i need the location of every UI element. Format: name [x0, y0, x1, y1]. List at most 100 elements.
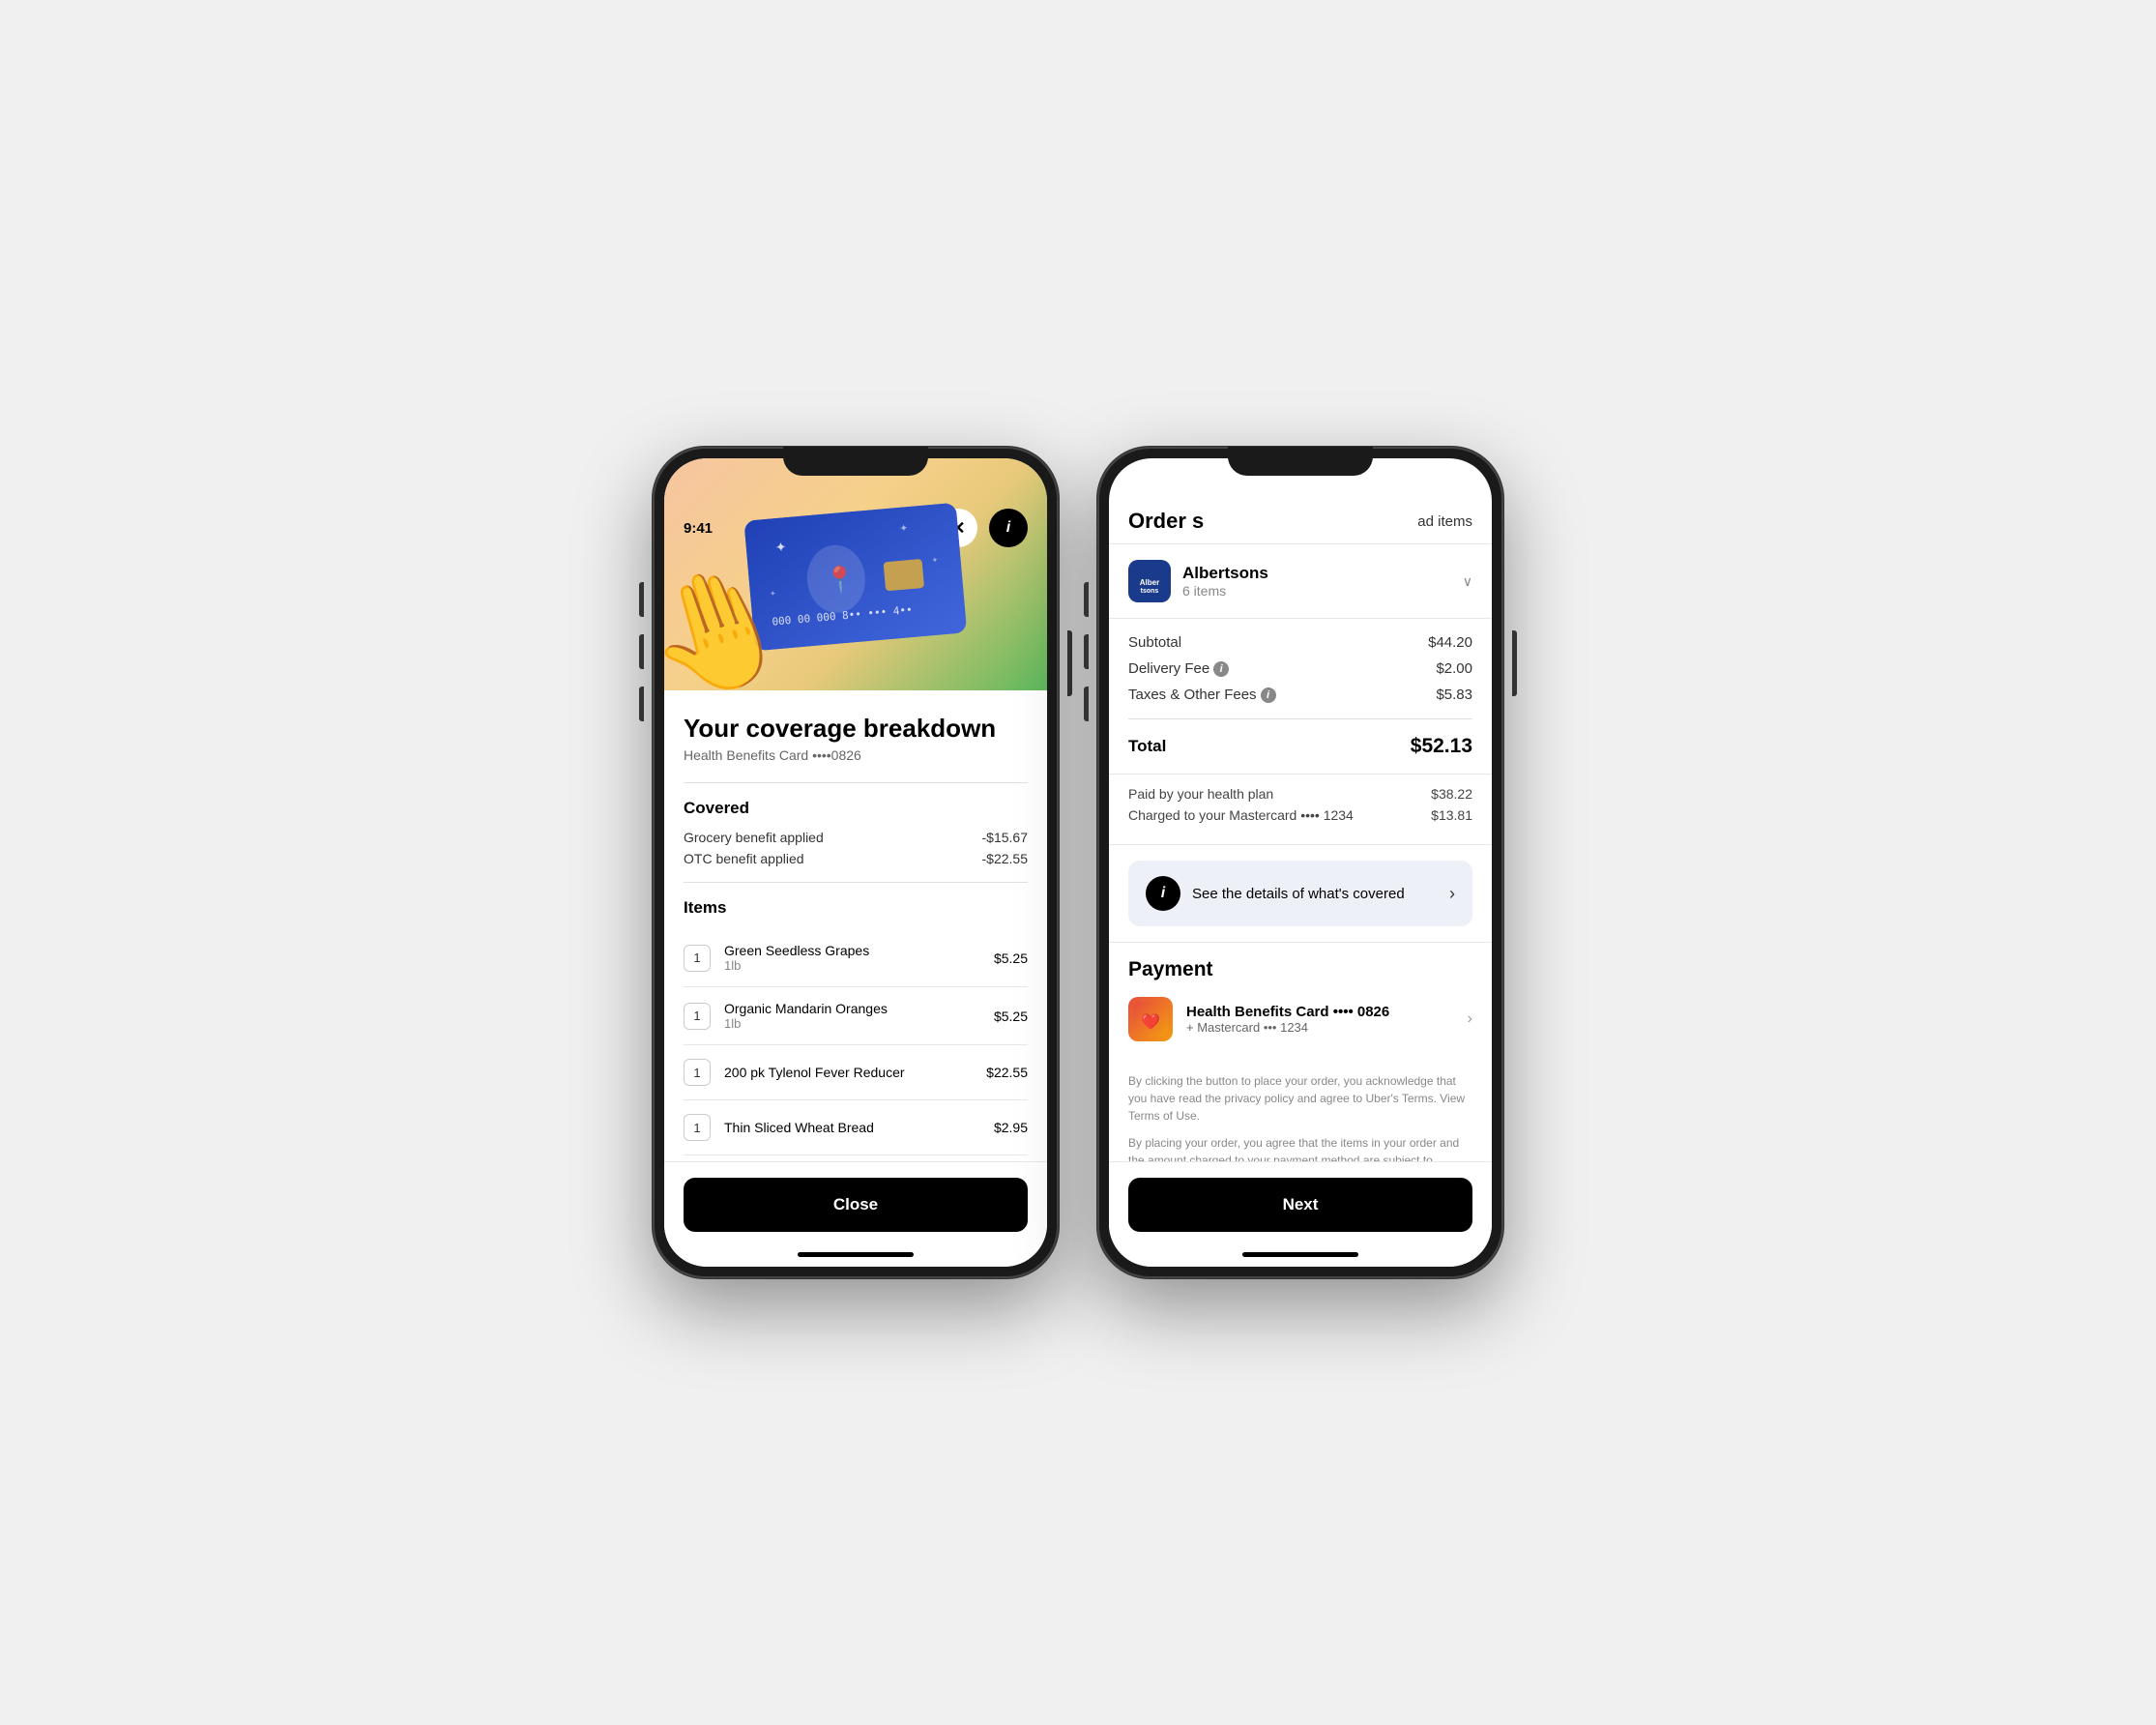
home-indicator-right: [1242, 1252, 1358, 1257]
next-button[interactable]: Next: [1128, 1178, 1472, 1232]
payment-card-name: Health Benefits Card •••• 0826: [1186, 1004, 1454, 1020]
payment-card-sub: + Mastercard ••• 1234: [1186, 1020, 1454, 1035]
next-btn-bar: Next: [1109, 1161, 1492, 1267]
item-info-1: Green Seedless Grapes 1lb: [724, 943, 994, 973]
svg-text:✦: ✦: [931, 555, 939, 565]
coverage-chevron-right-icon: ›: [1449, 884, 1455, 904]
item-name-2: Organic Mandarin Oranges: [724, 1001, 994, 1016]
taxes-fees-row: Taxes & Other Fees i $5.83: [1128, 687, 1472, 703]
coverage-title: Your coverage breakdown: [684, 714, 1028, 744]
item-price-1: $5.25: [994, 950, 1028, 966]
payment-card-icon: ❤️: [1128, 997, 1173, 1041]
fees-divider: [1128, 718, 1472, 719]
right-phone-inner: Order s ad items Alber tsons Albertso: [1109, 458, 1492, 1267]
item-qty-3: 1: [684, 1059, 711, 1086]
item-name-3: 200 pk Tylenol Fever Reducer: [724, 1065, 986, 1080]
grocery-value: -$15.67: [982, 830, 1028, 845]
right-scroll-content: Alber tsons Albertsons 6 items ∨ Subtota…: [1109, 544, 1492, 1267]
otc-value: -$22.55: [982, 851, 1028, 866]
grocery-benefit-row: Grocery benefit applied -$15.67: [684, 830, 1028, 845]
payment-method-selector[interactable]: ❤️ Health Benefits Card •••• 0826 + Mast…: [1128, 997, 1472, 1041]
total-row: Total $52.13: [1128, 735, 1472, 758]
left-phone-inner: 9:41 ✕ i: [664, 458, 1047, 1267]
covered-section-label: Covered: [684, 799, 1028, 818]
svg-text:tsons: tsons: [1141, 588, 1159, 595]
coverage-details-banner[interactable]: i See the details of what's covered ›: [1128, 861, 1472, 926]
otc-label: OTC benefit applied: [684, 851, 804, 866]
item-name-1: Green Seedless Grapes: [724, 943, 994, 958]
grocery-label: Grocery benefit applied: [684, 830, 824, 845]
mastercard-charge-label: Charged to your Mastercard •••• 1234: [1128, 807, 1354, 823]
delivery-fee-value: $2.00: [1436, 660, 1472, 677]
store-name: Albertsons: [1182, 564, 1463, 583]
delivery-fee-row: Delivery Fee i $2.00: [1128, 660, 1472, 677]
subtotal-value: $44.20: [1428, 634, 1472, 651]
list-item: 1 200 pk Tylenol Fever Reducer $22.55: [684, 1045, 1028, 1100]
notch-right: [1228, 447, 1373, 476]
payment-section: Payment ❤️: [1109, 942, 1492, 1057]
notch-left: [783, 447, 928, 476]
list-item: 1 Thin Sliced Wheat Bread $2.95: [684, 1100, 1028, 1155]
mastercard-charge-value: $13.81: [1431, 807, 1472, 823]
list-item: 1 Organic Mandarin Oranges 1lb $5.25: [684, 987, 1028, 1045]
subtotal-row: Subtotal $44.20: [1128, 634, 1472, 651]
order-title-right: ad items: [1417, 513, 1472, 530]
svg-text:Alber: Alber: [1140, 578, 1159, 587]
svg-text:✦: ✦: [899, 523, 908, 535]
order-fees-section: Subtotal $44.20 Delivery Fee i $2.00 Tax…: [1109, 619, 1492, 775]
health-plan-row: Paid by your health plan $38.22: [1128, 786, 1472, 802]
item-info-3: 200 pk Tylenol Fever Reducer: [724, 1065, 986, 1080]
divider-1: [684, 782, 1028, 783]
taxes-fees-value: $5.83: [1436, 687, 1472, 703]
list-item: 1 Green Seedless Grapes 1lb $5.25: [684, 929, 1028, 987]
item-info-2: Organic Mandarin Oranges 1lb: [724, 1001, 994, 1031]
svg-text:✦: ✦: [774, 539, 787, 555]
item-unit-1: 1lb: [724, 958, 994, 973]
item-unit-2: 1lb: [724, 1016, 994, 1031]
status-time: 9:41: [684, 520, 713, 537]
subtotal-label: Subtotal: [1128, 634, 1181, 651]
item-qty-4: 1: [684, 1114, 711, 1141]
divider-2: [684, 882, 1028, 883]
home-indicator-left: [798, 1252, 914, 1257]
store-items-count: 6 items: [1182, 583, 1463, 599]
item-name-4: Thin Sliced Wheat Bread: [724, 1120, 994, 1135]
item-price-4: $2.95: [994, 1120, 1028, 1135]
item-price-3: $22.55: [986, 1065, 1028, 1080]
coverage-subtitle: Health Benefits Card ••••0826: [684, 747, 1028, 763]
taxes-fees-info-icon[interactable]: i: [1261, 687, 1276, 703]
item-price-2: $5.25: [994, 1009, 1028, 1024]
payment-chevron-right-icon: ›: [1468, 1010, 1472, 1028]
health-card-icon-svg: ❤️: [1133, 1002, 1168, 1037]
store-logo: Alber tsons: [1128, 560, 1171, 602]
delivery-fee-label: Delivery Fee i: [1128, 660, 1229, 677]
item-qty-1: 1: [684, 945, 711, 972]
health-plan-label: Paid by your health plan: [1128, 786, 1273, 802]
otc-benefit-row: OTC benefit applied -$22.55: [684, 851, 1028, 866]
order-title-left: Order s: [1128, 509, 1204, 534]
payment-split-section: Paid by your health plan $38.22 Charged …: [1109, 775, 1492, 845]
total-value: $52.13: [1411, 735, 1472, 758]
svg-text:❤️: ❤️: [1141, 1013, 1160, 1031]
svg-text:📍: 📍: [824, 564, 858, 596]
coverage-banner-text: See the details of what's covered: [1192, 886, 1438, 902]
health-plan-value: $38.22: [1431, 786, 1472, 802]
items-section: Items 1 Green Seedless Grapes 1lb $5.25 …: [684, 898, 1028, 1155]
legal-text-1: By clicking the button to place your ord…: [1128, 1072, 1472, 1125]
mastercard-charge-row: Charged to your Mastercard •••• 1234 $13…: [1128, 807, 1472, 823]
coverage-info-icon: i: [1146, 876, 1180, 911]
payment-method-info: Health Benefits Card •••• 0826 + Masterc…: [1186, 1004, 1454, 1035]
store-header: Alber tsons Albertsons 6 items ∨: [1109, 544, 1492, 619]
info-button-hero[interactable]: i: [989, 509, 1028, 547]
item-info-4: Thin Sliced Wheat Bread: [724, 1120, 994, 1135]
item-qty-2: 1: [684, 1003, 711, 1030]
chevron-down-icon[interactable]: ∨: [1463, 573, 1472, 590]
store-info: Albertsons 6 items: [1182, 564, 1463, 599]
left-phone: 9:41 ✕ i: [653, 447, 1059, 1278]
close-button[interactable]: Close: [684, 1178, 1028, 1232]
screen-container: 9:41 ✕ i: [653, 447, 1503, 1278]
right-phone: Order s ad items Alber tsons Albertso: [1097, 447, 1503, 1278]
payment-title: Payment: [1128, 958, 1472, 981]
delivery-fee-info-icon[interactable]: i: [1213, 661, 1229, 677]
taxes-fees-label: Taxes & Other Fees i: [1128, 687, 1276, 703]
